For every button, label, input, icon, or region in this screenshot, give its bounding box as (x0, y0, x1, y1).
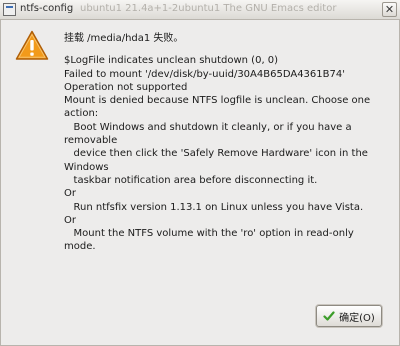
window-title: ntfs-config (20, 3, 74, 14)
message-line: mode. (64, 241, 96, 253)
message-line: removable (64, 135, 118, 147)
message-line: Or (64, 188, 76, 200)
window-titlebar[interactable]: ntfs-config ubuntu1 21.4a+1-2ubuntu1 The… (0, 0, 400, 20)
message-line: Mount is denied because NTFS logfile is … (64, 95, 371, 107)
message-line: Or (64, 214, 76, 226)
message-line: device then click the 'Safely Remove Har… (64, 148, 368, 160)
warning-icon (15, 30, 49, 60)
message-line: Boot Windows and shutdown it cleanly, or… (64, 121, 352, 133)
checkmark-icon (323, 311, 335, 321)
message-line: $LogFile indicates unclean shutdown (0, … (64, 55, 279, 67)
message-line: Operation not supported (64, 81, 188, 93)
message-line: Mount the NTFS volume with the 'ro' opti… (64, 228, 354, 240)
close-button[interactable]: ✕ (382, 2, 397, 17)
message-line: action: (64, 108, 99, 120)
background-window-title: ubuntu1 21.4a+1-2ubuntu1 The GNU Emacs e… (80, 3, 337, 14)
app-window-icon (3, 3, 16, 16)
ok-button[interactable]: 确定(O) (316, 305, 382, 327)
message-line: Windows (64, 161, 109, 173)
message-line: taskbar notification area before disconn… (64, 174, 318, 186)
message-heading: 挂载 /media/hda1 失败。 (64, 33, 184, 44)
message-line: Failed to mount '/dev/disk/by-uuid/30A4B… (64, 68, 345, 80)
error-message: 挂载 /media/hda1 失败。 $LogFile indicates un… (64, 32, 386, 254)
close-icon: ✕ (384, 3, 395, 16)
ok-button-label: 确定(O) (339, 312, 375, 324)
message-line: Run ntfsfix version 1.13.1 on Linux unle… (64, 201, 364, 213)
